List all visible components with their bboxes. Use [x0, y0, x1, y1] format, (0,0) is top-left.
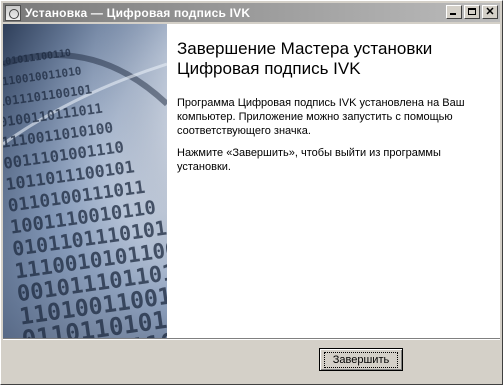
- close-button[interactable]: ✕: [482, 5, 498, 19]
- window-controls: ✕: [444, 5, 498, 19]
- binary-background-graphic: 1101011100110011001001101010111011001010…: [3, 24, 167, 338]
- page-title: Завершение Мастера установки Цифровая по…: [177, 39, 433, 78]
- maximize-icon: [468, 8, 476, 15]
- maximize-button[interactable]: [464, 5, 480, 19]
- wizard-content: 1101011100110 0110010011010 1011101100101 0…: [3, 24, 500, 338]
- completion-message: Программа Цифровая подпись IVK установле…: [177, 97, 465, 137]
- minimize-icon: [450, 13, 456, 15]
- minimize-button[interactable]: [446, 5, 462, 19]
- window-title: Установка — Цифровая подпись IVK: [25, 5, 251, 20]
- finish-button-label: Завершить: [323, 351, 399, 368]
- installer-window: Установка — Цифровая подпись IVK ✕ 11010…: [0, 0, 503, 385]
- footer-separator: [3, 338, 500, 340]
- close-icon: ✕: [485, 5, 495, 18]
- wizard-side-image: 1101011100110 0110010011010 1011101100101 0…: [3, 24, 167, 338]
- wizard-main-pane: Завершение Мастера установки Цифровая по…: [167, 24, 500, 338]
- installer-app-icon[interactable]: [5, 4, 21, 21]
- title-bar[interactable]: Установка — Цифровая подпись IVK ✕: [3, 3, 500, 22]
- exit-instruction: Нажмите «Завершить», чтобы выйти из прог…: [177, 147, 441, 173]
- finish-button[interactable]: Завершить: [319, 348, 403, 371]
